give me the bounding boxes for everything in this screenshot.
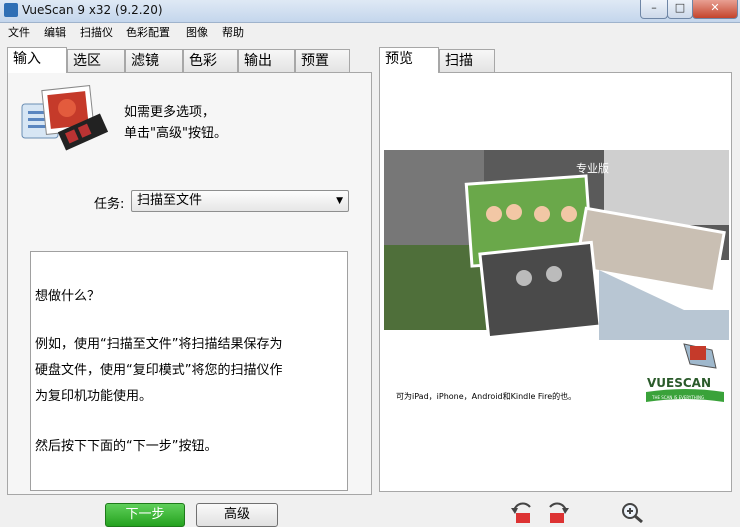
close-button[interactable]: ✕	[692, 0, 738, 19]
menu-image[interactable]: 图像	[186, 24, 208, 40]
tab-scan[interactable]: 扫描	[439, 49, 495, 72]
app-icon	[4, 3, 18, 17]
chevron-down-icon: ▼	[336, 196, 343, 206]
scanner-photo-icon	[21, 85, 109, 151]
tab-crop[interactable]: 选区	[67, 49, 125, 72]
task-select[interactable]: 扫描至文件 ▼	[131, 190, 349, 212]
rotate-right-icon[interactable]	[544, 501, 572, 523]
logo-text: VUESCAN	[647, 376, 711, 390]
rotate-left-icon[interactable]	[508, 501, 536, 523]
tab-preview[interactable]: 预览	[379, 47, 439, 73]
tab-output[interactable]: 输出	[238, 49, 295, 72]
tab-prefs[interactable]: 预置	[295, 49, 350, 72]
tab-filter[interactable]: 滤镜	[125, 49, 183, 72]
next-button[interactable]: 下一步	[105, 503, 185, 527]
zoom-icon[interactable]	[620, 501, 644, 523]
preview-caption: 可为iPad，iPhone，Android和Kindle Fire的也。	[396, 392, 577, 401]
maximize-button[interactable]: □	[667, 0, 693, 19]
description-line: 例如，使用“扫描至文件”将扫描结果保存为	[35, 337, 283, 352]
pro-badge: 专业版	[576, 161, 609, 175]
description-box: 想做什么？ 例如，使用“扫描至文件”将扫描结果保存为 硬盘文件，使用“复印模式”…	[30, 251, 348, 491]
menu-color-profile[interactable]: 色彩配置	[126, 24, 170, 40]
title-bar: VueScan 9 x32 (9.2.20) – □ ✕	[0, 0, 740, 23]
menu-file[interactable]: 文件	[8, 24, 30, 40]
menu-help[interactable]: 帮助	[222, 24, 244, 40]
vuescan-logo: VUESCAN THE SCAN IS EVERYTHING	[646, 343, 724, 402]
window-title: VueScan 9 x32 (9.2.20)	[22, 3, 163, 17]
advanced-button[interactable]: 高级	[196, 503, 278, 527]
menu-bar: 文件 编辑 扫描仪 色彩配置 图像 帮助	[0, 23, 740, 39]
tab-input[interactable]: 输入	[7, 47, 67, 73]
minimize-button[interactable]: –	[640, 0, 668, 19]
tab-color[interactable]: 色彩	[183, 49, 238, 72]
menu-scanner[interactable]: 扫描仪	[80, 24, 113, 40]
hint-line-1: 如需更多选项，	[124, 105, 216, 120]
logo-tagline: THE SCAN IS EVERYTHING	[651, 395, 704, 400]
task-label: 任务:	[94, 197, 125, 212]
description-line: 为复印机功能使用。	[35, 389, 153, 404]
hint-line-2: 单击"高级"按钮。	[124, 126, 227, 141]
menu-edit[interactable]: 编辑	[44, 24, 66, 40]
preview-collage-image: 专业版	[384, 150, 729, 340]
task-select-value: 扫描至文件	[137, 193, 203, 208]
description-line: 然后按下下面的“下一步”按钮。	[35, 439, 218, 454]
hint-text: 如需更多选项， 单击"高级"按钮。	[124, 102, 227, 144]
description-line: 想做什么？	[35, 289, 101, 304]
description-line: 硬盘文件，使用“复印模式”将您的扫描仪作	[35, 363, 283, 378]
